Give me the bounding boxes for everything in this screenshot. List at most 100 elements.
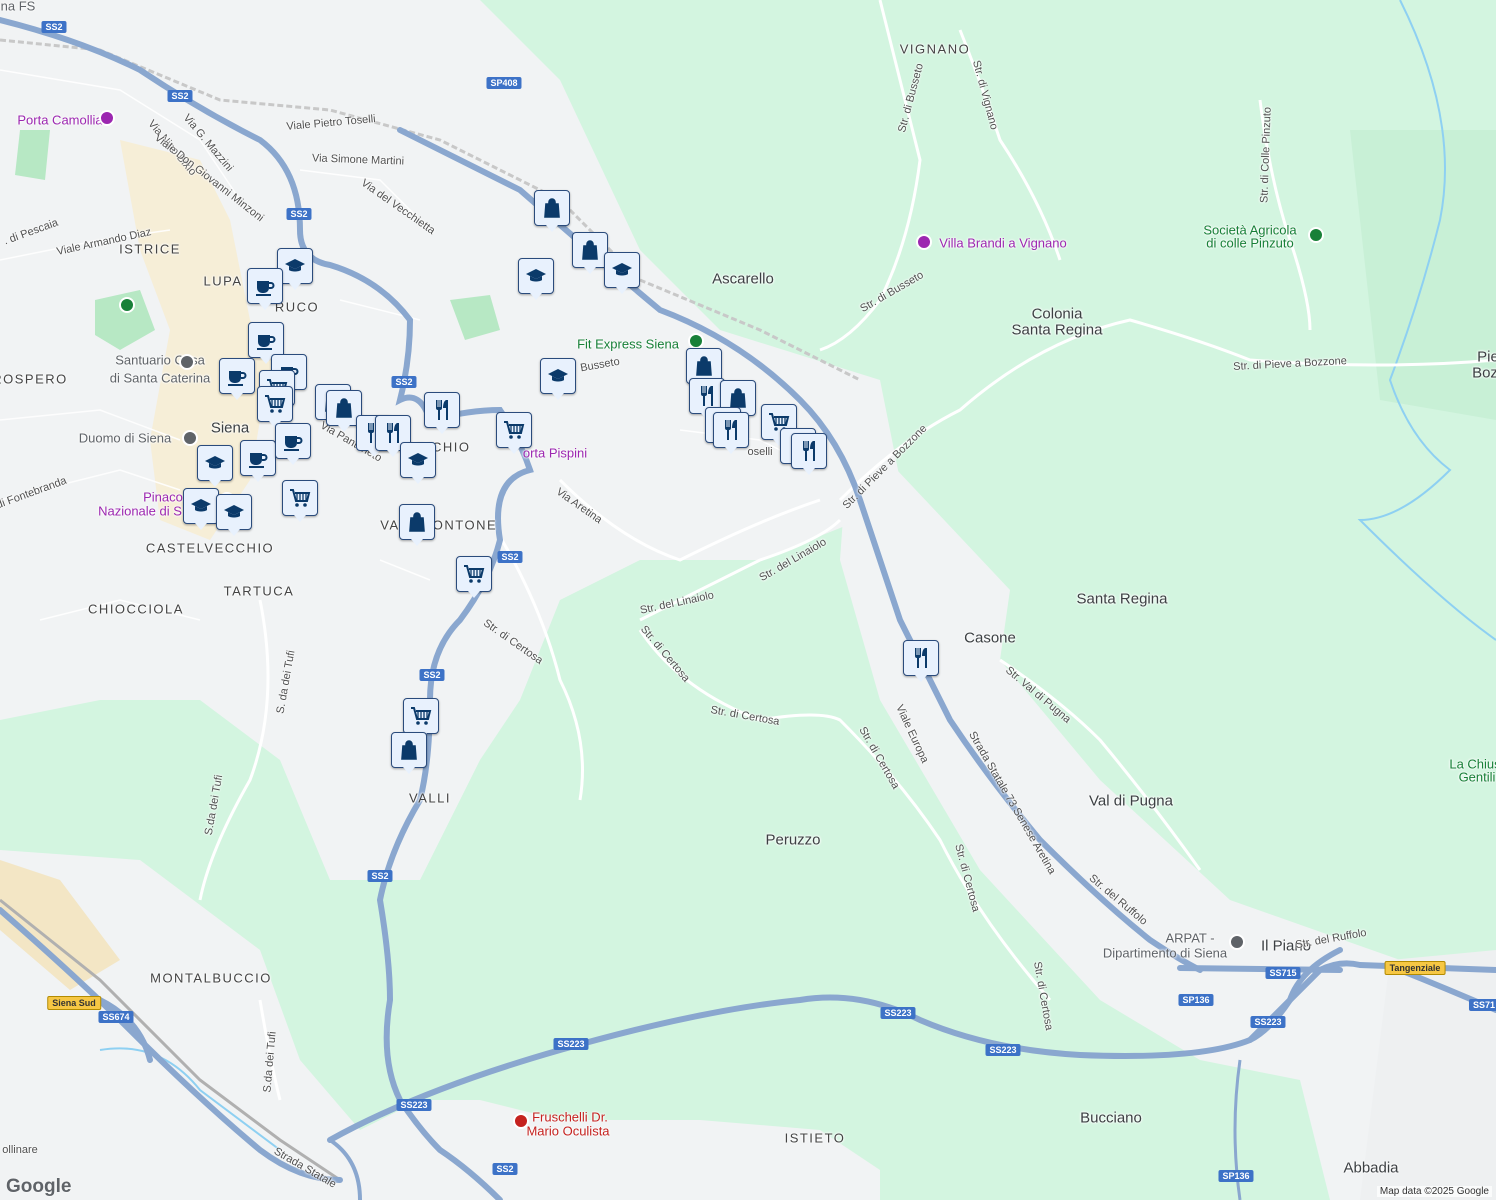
place-label: Abbadia (1343, 1159, 1399, 1177)
poi-label[interactable]: Duomo di Siena (79, 431, 172, 446)
poi-label[interactable]: Villa Brandi a Vignano (939, 236, 1066, 251)
restaurant-pin[interactable] (791, 433, 827, 475)
cart-pin[interactable] (496, 412, 532, 454)
poi-label[interactable]: Fruschelli Dr. (532, 1110, 608, 1125)
coffee-pin[interactable] (219, 358, 255, 400)
school-pin[interactable] (400, 442, 436, 484)
school-pin[interactable] (604, 252, 640, 294)
school-pin[interactable] (216, 494, 252, 536)
poi-marker-icon[interactable] (1308, 227, 1324, 243)
road-shield: SP408 (486, 77, 522, 89)
poi-marker-icon[interactable] (99, 110, 115, 126)
neighborhood-label: ROSPERO (0, 371, 68, 387)
poi-label[interactable]: orta Pispini (523, 446, 587, 461)
road-shield: Tangenziale (1384, 961, 1446, 975)
poi-marker-icon[interactable] (182, 430, 198, 446)
street-label: oselli (747, 446, 773, 458)
road-shield: SS223 (985, 1044, 1021, 1056)
poi-label[interactable]: Mario Oculista (526, 1124, 609, 1139)
road-shield: SS674 (98, 1011, 134, 1023)
poi-label[interactable]: Nazionale di S (98, 504, 182, 519)
bag-pin[interactable] (572, 232, 608, 274)
road-shield: SS715 (1265, 967, 1301, 979)
poi-marker-icon[interactable] (119, 297, 135, 313)
poi-label[interactable]: Fit Express Siena (577, 337, 679, 352)
coffee-icon (225, 364, 249, 388)
restaurant-icon (695, 384, 719, 408)
place-label: Santa Regina (1011, 321, 1103, 339)
coffee-pin[interactable] (275, 423, 311, 465)
coffee-icon (281, 429, 305, 453)
road-shield: SS2 (419, 669, 445, 681)
coffee-pin[interactable] (248, 322, 284, 364)
poi-label[interactable]: Gentili (1459, 770, 1496, 785)
poi-label[interactable]: na FS (1, 0, 36, 14)
place-label: Val di Pugna (1089, 792, 1173, 810)
neighborhood-label: TARTUCA (223, 583, 295, 599)
poi-marker-icon[interactable] (1229, 934, 1245, 950)
bag-pin[interactable] (391, 732, 427, 774)
neighborhood-label: MONTALBUCCIO (150, 970, 272, 986)
school-pin[interactable] (540, 358, 576, 400)
poi-marker-icon[interactable] (688, 333, 704, 349)
restaurant-pin[interactable] (424, 392, 460, 434)
restaurant-icon (909, 646, 933, 670)
poi-marker-icon[interactable] (513, 1113, 529, 1129)
school-icon (189, 494, 213, 518)
map-attribution[interactable]: Map data ©2025 Google (1376, 1186, 1492, 1197)
neighborhood-label: ISTIETO (784, 1130, 846, 1146)
bag-pin[interactable] (534, 190, 570, 232)
poi-label[interactable]: Dipartimento di Siena (1103, 946, 1227, 961)
poi-marker-icon[interactable] (179, 354, 195, 370)
coffee-icon (253, 274, 277, 298)
school-icon (524, 264, 548, 288)
poi-marker-icon[interactable] (916, 234, 932, 250)
poi-label[interactable]: di Santa Caterina (110, 371, 210, 386)
bag-icon (578, 238, 602, 262)
bag-pin[interactable] (399, 504, 435, 546)
road-shield: SS2 (391, 376, 417, 388)
poi-label[interactable]: ARPAT - (1165, 931, 1214, 946)
school-pin[interactable] (197, 445, 233, 487)
poi-label[interactable]: di colle Pinzuto (1206, 236, 1293, 251)
neighborhood-label: VIGNANO (899, 41, 971, 57)
cart-icon (502, 418, 526, 442)
school-icon (546, 364, 570, 388)
coffee-icon (254, 328, 278, 352)
neighborhood-label: CHIOCCIOLA (88, 601, 184, 617)
cart-pin[interactable] (403, 698, 439, 740)
road-shield: SS223 (553, 1038, 589, 1050)
road-shield: SP136 (1218, 1170, 1254, 1182)
restaurant-icon (430, 398, 454, 422)
place-label: Casone (964, 629, 1016, 647)
neighborhood-label: VA (380, 517, 400, 533)
coffee-pin[interactable] (247, 268, 283, 310)
neighborhood-label: ONTONE (432, 517, 498, 533)
restaurant-pin[interactable] (713, 412, 749, 454)
place-label: Colonia (1031, 305, 1083, 323)
poi-label[interactable]: Pinaco (143, 490, 183, 505)
neighborhood-label: ISTRICE (119, 241, 181, 257)
restaurant-icon (797, 439, 821, 463)
road-shield: SS2 (367, 870, 393, 882)
cart-pin[interactable] (456, 556, 492, 598)
road-shield: SS2 (286, 208, 312, 220)
school-icon (406, 448, 430, 472)
coffee-pin[interactable] (240, 440, 276, 482)
road-shield: SS223 (1250, 1016, 1286, 1028)
poi-label[interactable]: Porta Camollia (17, 113, 102, 128)
school-pin[interactable] (183, 488, 219, 530)
cart-pin[interactable] (282, 480, 318, 522)
cart-icon (409, 704, 433, 728)
place-label: Santa Regina (1076, 590, 1168, 608)
restaurant-pin[interactable] (903, 640, 939, 682)
school-pin[interactable] (518, 258, 554, 300)
road-shield: SS2 (167, 90, 193, 102)
bag-icon (332, 396, 356, 420)
bag-icon (540, 196, 564, 220)
road-shield: SS2 (497, 551, 523, 563)
place-label: Siena (210, 419, 250, 437)
road-shield: SS223 (880, 1007, 916, 1019)
cart-pin[interactable] (257, 386, 293, 428)
road-shield: SP136 (1178, 994, 1214, 1006)
